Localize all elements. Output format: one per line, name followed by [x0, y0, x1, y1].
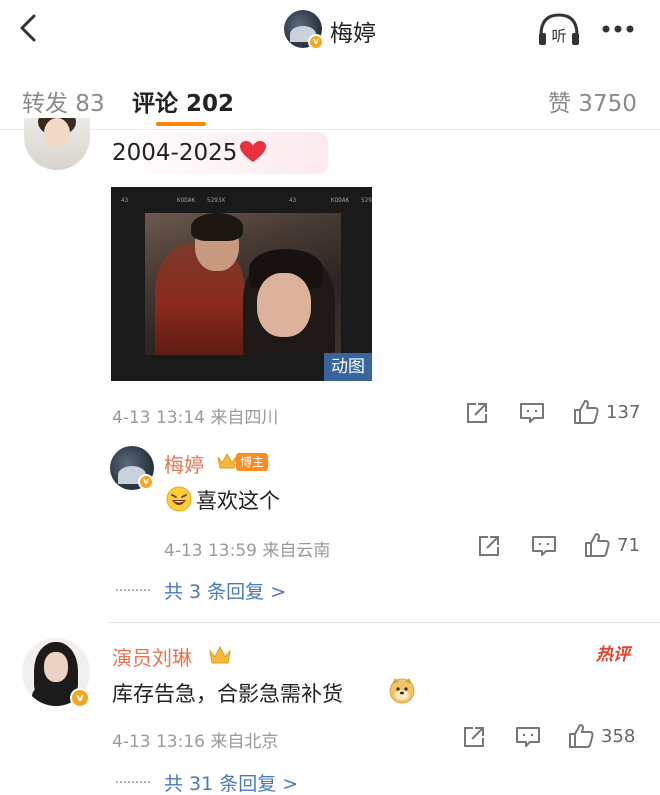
share-icon[interactable] [464, 400, 490, 426]
tab-comments[interactable]: 评论 202 [132, 84, 234, 118]
laughing-emoji-icon [166, 486, 192, 512]
comment-divider [108, 622, 660, 623]
gif-badge: 动图 [324, 353, 372, 381]
animated-image[interactable]: 43 KODAK 5293X 43 KODAK 529 动图 [111, 187, 372, 381]
comment-text-content: 2004-2025 [112, 140, 238, 166]
heart-emoji-icon [240, 141, 267, 162]
film-label: KODAK [331, 197, 350, 204]
verified-badge: v [138, 474, 154, 490]
film-label: KODAK [177, 197, 196, 204]
film-label: 43 [121, 197, 129, 204]
reply-text: 喜欢这个 [196, 489, 280, 513]
film-label: 43 [289, 197, 297, 204]
share-icon[interactable] [461, 724, 487, 750]
comment-icon[interactable] [530, 533, 558, 559]
tab-likes[interactable]: 赞 3750 [548, 84, 637, 118]
share-icon[interactable] [476, 533, 502, 559]
comment-meta: 4-13 13:14 来自四川 [112, 403, 278, 428]
commenter-avatar[interactable] [24, 118, 90, 170]
top-nav-bar: v 梅婷 听 [0, 0, 660, 60]
comment-time: 4-13 13:14 [112, 408, 205, 428]
listen-label: 听 [551, 27, 566, 45]
comment-text: 库存告急，合影急需补货 [112, 682, 343, 706]
comment-meta: 4-13 13:16 来自北京 [112, 727, 278, 752]
comment-location: 来自四川 [210, 408, 279, 428]
listen-icon[interactable]: 听 [536, 9, 582, 51]
more-icon[interactable] [598, 14, 638, 44]
like-count: 358 [601, 726, 636, 747]
comment-text: 2004-2025 [112, 140, 267, 166]
like-count: 71 [617, 535, 640, 556]
reply-location: 来自云南 [262, 541, 331, 561]
tab-bar: 转发 83 评论 202 赞 3750 [0, 70, 660, 130]
film-strip-top: 43 KODAK 5293X 43 KODAK 529 [111, 187, 372, 213]
comment-author[interactable]: 演员刘琳 [112, 642, 192, 671]
active-tab-indicator [156, 122, 206, 126]
crown-icon [217, 452, 237, 469]
back-arrow-icon[interactable] [12, 8, 48, 48]
view-more-replies-link[interactable]: 共 3 条回复 > [164, 577, 286, 604]
verified-badge: v [308, 34, 324, 50]
like-icon[interactable] [567, 722, 595, 750]
view-more-replies-link[interactable]: 共 31 条回复 > [164, 769, 298, 795]
photo-frame [145, 213, 341, 355]
verified-badge: v [70, 688, 90, 708]
film-label: 529 [361, 197, 372, 204]
comment-time: 4-13 13:16 [112, 732, 205, 752]
reply-thread-dots [116, 589, 150, 593]
comment-icon[interactable] [518, 400, 546, 426]
comment-location: 来自北京 [210, 732, 279, 752]
reply-author[interactable]: 梅婷 [164, 449, 204, 478]
film-label: 5293X [207, 197, 226, 204]
page-title: 梅婷 [330, 21, 376, 47]
reply-time: 4-13 13:59 [164, 541, 257, 561]
hot-comment-tag: 热评 [596, 645, 630, 665]
like-count: 137 [606, 402, 641, 423]
reply-meta: 4-13 13:59 来自云南 [164, 536, 330, 561]
tab-repost[interactable]: 转发 83 [22, 84, 105, 118]
author-badge: 博主 [236, 453, 269, 471]
crown-icon [209, 645, 231, 664]
like-icon[interactable] [583, 531, 611, 559]
doge-emoji-icon [389, 678, 415, 704]
reply-thread-dots [116, 781, 150, 785]
comment-icon[interactable] [514, 724, 542, 750]
like-icon[interactable] [572, 398, 600, 426]
